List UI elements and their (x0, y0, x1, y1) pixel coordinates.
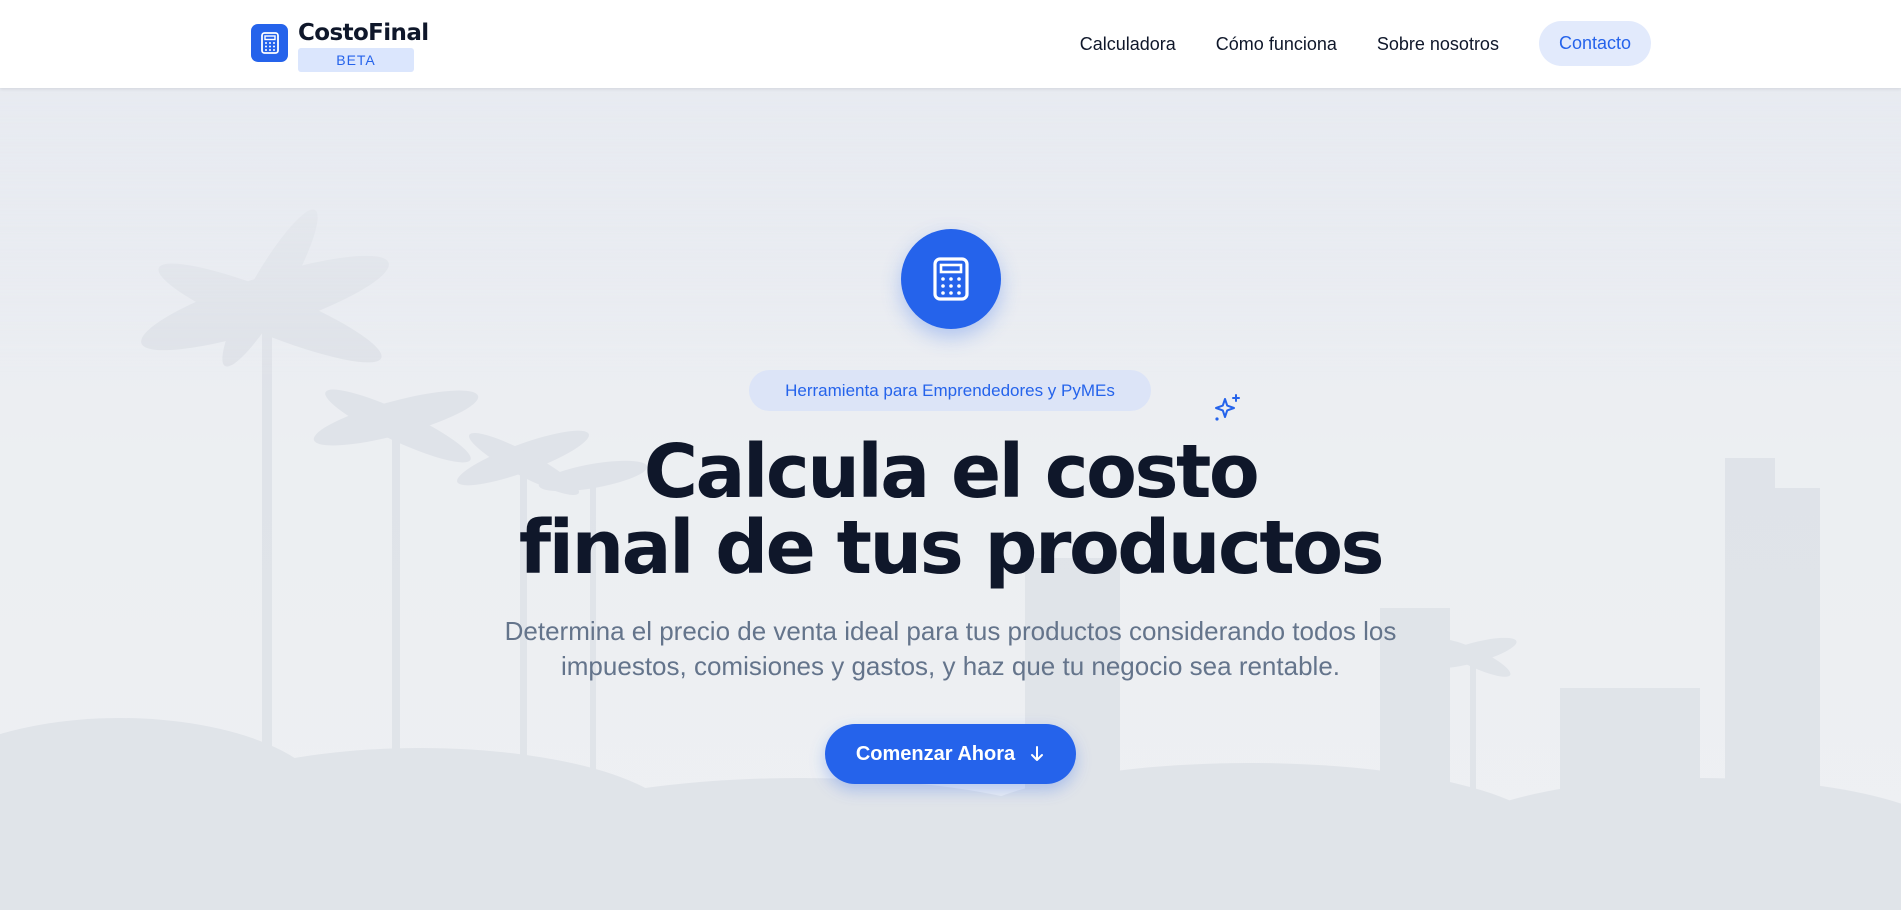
beta-badge: BETA (298, 48, 414, 72)
hero-section: Herramienta para Emprendedores y PyMEs C… (0, 88, 1901, 910)
brand-text: CostoFinal BETA (298, 20, 429, 72)
hero-title: Calcula el costo final de tus productos (350, 434, 1551, 586)
calculator-icon (251, 24, 288, 62)
audience-badge: Herramienta para Emprendedores y PyMEs (749, 370, 1151, 411)
hero-title-line-1: Calcula el costo (643, 429, 1260, 515)
brand-name: CostoFinal (298, 20, 429, 46)
hero-subtitle: Determina el precio de venta ideal para … (450, 614, 1451, 684)
hero-subtitle-line-2: impuestos, comisiones y gastos, y haz qu… (561, 651, 1340, 681)
calculator-icon (933, 257, 969, 301)
nav-link-como-funciona[interactable]: Cómo funciona (1216, 22, 1337, 66)
nav-link-sobre-nosotros[interactable]: Sobre nosotros (1377, 22, 1499, 66)
hero-calculator-badge (901, 229, 1001, 329)
arrow-down-icon (1029, 745, 1045, 763)
contact-button[interactable]: Contacto (1538, 21, 1651, 66)
site-header: CostoFinal BETA Calculadora Cómo funcion… (0, 0, 1901, 88)
brand-logo[interactable]: CostoFinal BETA (251, 20, 429, 72)
start-now-button[interactable]: Comenzar Ahora (825, 724, 1076, 784)
nav-link-calculadora[interactable]: Calculadora (1080, 22, 1176, 66)
main-nav: Calculadora Cómo funciona Sobre nosotros… (1080, 21, 1651, 66)
landing-page: CostoFinal BETA Calculadora Cómo funcion… (0, 0, 1901, 910)
start-now-label: Comenzar Ahora (855, 742, 1016, 765)
hero-subtitle-line-1: Determina el precio de venta ideal para … (504, 616, 1397, 646)
hero-title-line-2: final de tus productos (518, 505, 1385, 591)
sparkles-icon (1215, 394, 1240, 421)
